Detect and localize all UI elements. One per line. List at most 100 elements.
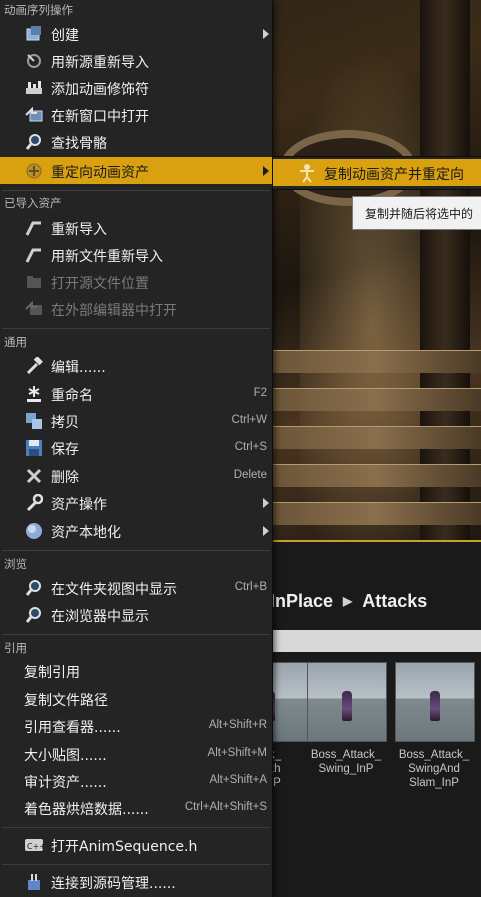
menu-separator [2, 864, 270, 865]
chevron-right-icon [263, 29, 269, 39]
menu-item-label: 拷贝 [51, 415, 79, 431]
submenu-item-label: 复制动画资产并重定向 [324, 167, 464, 183]
menu-item-label: 删除 [51, 470, 79, 486]
menu-item-asset-localization[interactable]: 资产本地化 [0, 517, 272, 544]
menu-separator [2, 328, 270, 329]
wrench-icon [24, 493, 44, 513]
magnifier-icon [24, 132, 44, 152]
tooltip-text: 复制并随后将选中的 [365, 207, 474, 221]
menu-item-open-source-location[interactable]: 打开源文件位置 [0, 268, 272, 295]
viewport-stair-step [270, 502, 481, 525]
menu-item-shader-cook-stats[interactable]: 着色器烘焙数据...... Ctrl+Alt+Shift+S [0, 794, 272, 821]
menu-item-label: 在文件夹视图中显示 [51, 582, 177, 598]
chevron-right-icon [263, 498, 269, 508]
menu-item-add-anim-modifier[interactable]: 添加动画修饰符 [0, 74, 272, 101]
menu-item-size-map[interactable]: 大小贴图...... Alt+Shift+M [0, 740, 272, 767]
globe-icon [24, 521, 44, 541]
asset-label-line: Swing_InP [318, 763, 374, 775]
menu-item-reference-viewer[interactable]: 引用查看器...... Alt+Shift+R [0, 712, 272, 739]
menu-item-open-external-editor[interactable]: 在外部编辑器中打开 [0, 295, 272, 322]
menu-item-copy[interactable]: 拷贝 Ctrl+W [0, 407, 272, 434]
menu-item-edit[interactable]: 编辑...... [0, 352, 272, 379]
breadcrumb-item[interactable]: Attacks [362, 591, 427, 612]
shortcut-rename: F2 [253, 387, 267, 399]
chevron-right-icon [263, 166, 269, 176]
menu-item-label: 在外部编辑器中打开 [51, 303, 177, 319]
asset-tile[interactable]: Boss_Attack_ Swing_InP [307, 662, 387, 794]
hammer-icon [24, 356, 44, 376]
chevron-right-icon[interactable]: ▶ [343, 594, 352, 608]
menu-item-retarget-anim-assets[interactable]: 重定向动画资产 [0, 157, 272, 184]
menu-item-label: 审计资产...... [24, 775, 107, 791]
asset-label-line: Slam_InP [409, 777, 459, 789]
breadcrumb-item[interactable]: InPlace [270, 591, 333, 612]
create-icon [24, 24, 44, 44]
shortcut-shader-cook-stats: Ctrl+Alt+Shift+S [184, 801, 267, 813]
menu-item-label: 保存 [51, 442, 79, 458]
chevron-right-icon [263, 526, 269, 536]
menu-item-save[interactable]: 保存 Ctrl+S [0, 434, 272, 461]
asset-label-line: Boss_Attack_ [310, 749, 382, 761]
menu-item-copy-file-path[interactable]: 复制文件路径 [0, 685, 272, 712]
menu-item-copy-reference[interactable]: 复制引用 [0, 657, 272, 684]
menu-item-label: 重命名 [51, 388, 93, 404]
section-header-anim-sequence: 动画序列操作 [4, 3, 73, 17]
menu-item-reimport-new-file[interactable]: 用新文件重新导入 [0, 241, 272, 268]
filter-bar[interactable] [270, 630, 481, 652]
breadcrumb: InPlace ▶ Attacks [270, 580, 481, 622]
retarget-icon [24, 161, 44, 181]
folder-icon [24, 272, 44, 292]
menu-separator [2, 634, 270, 635]
menu-item-reimport[interactable]: 重新导入 [0, 214, 272, 241]
save-icon [24, 438, 44, 458]
shortcut-reference-viewer: Alt+Shift+R [208, 719, 267, 731]
menu-item-show-in-explorer[interactable]: 在浏览器中显示 [0, 601, 272, 628]
open-window-icon [24, 105, 44, 125]
viewport-stair-step [270, 426, 481, 449]
menu-item-label: 创建 [51, 28, 79, 44]
svg-text:C++: C++ [27, 842, 44, 851]
character-icon [430, 691, 440, 721]
menu-item-find-skeleton[interactable]: 查找骨骼 [0, 128, 272, 155]
retarget-submenu: 复制动画资产并重定向 [272, 156, 481, 190]
menu-item-label: 重定向动画资产 [51, 165, 149, 181]
shortcut-size-map: Alt+Shift+M [207, 747, 267, 759]
menu-item-audit-assets[interactable]: 审计资产...... Alt+Shift+A [0, 767, 272, 794]
menu-item-open-new-window[interactable]: 在新窗口中打开 [0, 101, 272, 128]
external-editor-icon [24, 299, 44, 319]
menu-item-label: 在浏览器中显示 [51, 609, 149, 625]
menu-item-label: 资产操作 [51, 497, 107, 513]
menu-item-reimport-new-source[interactable]: 用新源重新导入 [0, 47, 272, 74]
menu-item-label: 在新窗口中打开 [51, 109, 149, 125]
asset-thumbnail [395, 662, 475, 742]
menu-item-label: 用新文件重新导入 [51, 249, 163, 265]
submenu-item-duplicate-and-retarget[interactable]: 复制动画资产并重定向 [273, 159, 481, 186]
menu-item-label: 连接到源码管理...... [51, 876, 176, 892]
menu-separator [2, 550, 270, 551]
section-header-imported-asset: 已导入资产 [4, 196, 62, 210]
copy-icon [24, 411, 44, 431]
section-header-browse: 浏览 [4, 557, 27, 571]
reimport-source-icon [24, 51, 44, 71]
menu-item-asset-actions[interactable]: 资产操作 [0, 489, 272, 516]
menu-item-label: 用新源重新导入 [51, 55, 149, 71]
menu-item-label: 资产本地化 [51, 525, 121, 541]
rename-icon [24, 384, 44, 404]
menu-item-label: 添加动画修饰符 [51, 82, 149, 98]
menu-item-connect-source-control[interactable]: 连接到源码管理...... [0, 868, 272, 895]
menu-item-show-in-folder-view[interactable]: 在文件夹视图中显示 Ctrl+B [0, 574, 272, 601]
asset-tile[interactable]: Boss_Attack_ SwingAnd Slam_InP [395, 662, 475, 794]
menu-item-label: 编辑...... [51, 360, 106, 376]
shortcut-show-in-folder-view: Ctrl+B [234, 581, 267, 593]
menu-item-create[interactable]: 创建 [0, 20, 272, 47]
asset-thumbnail [307, 662, 387, 742]
context-menu: 动画序列操作 创建 用新源重新导入 添加动画修饰符 在新窗口中打开 查找骨骼 重… [0, 0, 273, 897]
shortcut-copy: Ctrl+W [231, 414, 267, 426]
menu-item-open-header[interactable]: C++ 打开AnimSequence.h [0, 831, 272, 858]
menu-item-rename[interactable]: 重命名 F2 [0, 380, 272, 407]
menu-separator [2, 827, 270, 828]
reimport-icon [24, 218, 44, 238]
menu-item-delete[interactable]: 删除 Delete [0, 462, 272, 489]
section-header-references: 引用 [4, 641, 27, 655]
menu-item-label: 重新导入 [51, 222, 107, 238]
